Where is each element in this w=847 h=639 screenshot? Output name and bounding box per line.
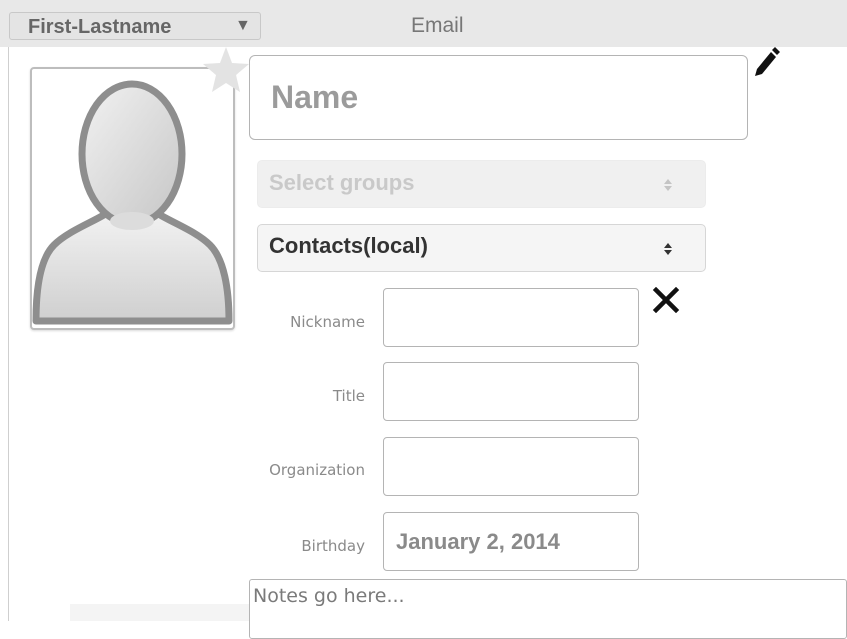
triangle-down-icon: ▼: [235, 17, 251, 34]
x-icon[interactable]: [652, 287, 680, 313]
email-column-header[interactable]: Email: [411, 14, 464, 38]
pencil-icon[interactable]: [751, 45, 781, 77]
nickname-label: Nickname: [290, 313, 365, 331]
title-input[interactable]: [383, 362, 639, 421]
nickname-input[interactable]: [383, 288, 639, 347]
groups-select-placeholder: Select groups: [269, 170, 415, 195]
addressbook-select-value: Contacts(local): [269, 233, 428, 258]
select-arrows-icon: [664, 179, 672, 191]
title-label: Title: [332, 387, 365, 405]
contacts-list-header: First-Lastname ▼ Email: [0, 0, 847, 47]
panel-divider: [8, 47, 9, 621]
groups-select[interactable]: Select groups: [257, 160, 706, 208]
addressbook-select[interactable]: Contacts(local): [257, 224, 706, 272]
organization-label: Organization: [269, 461, 365, 479]
star-icon[interactable]: [200, 44, 252, 96]
sort-order-value: First-Lastname: [28, 16, 172, 38]
select-arrows-icon: [664, 243, 672, 255]
birthday-label: Birthday: [301, 537, 365, 555]
notes-textarea[interactable]: [249, 579, 847, 639]
sort-order-select[interactable]: First-Lastname ▼: [9, 12, 261, 40]
name-input[interactable]: [249, 55, 748, 140]
contact-avatar[interactable]: [30, 67, 235, 330]
organization-input[interactable]: [383, 437, 639, 496]
person-silhouette-icon: [32, 80, 233, 325]
birthday-input[interactable]: [383, 512, 639, 571]
